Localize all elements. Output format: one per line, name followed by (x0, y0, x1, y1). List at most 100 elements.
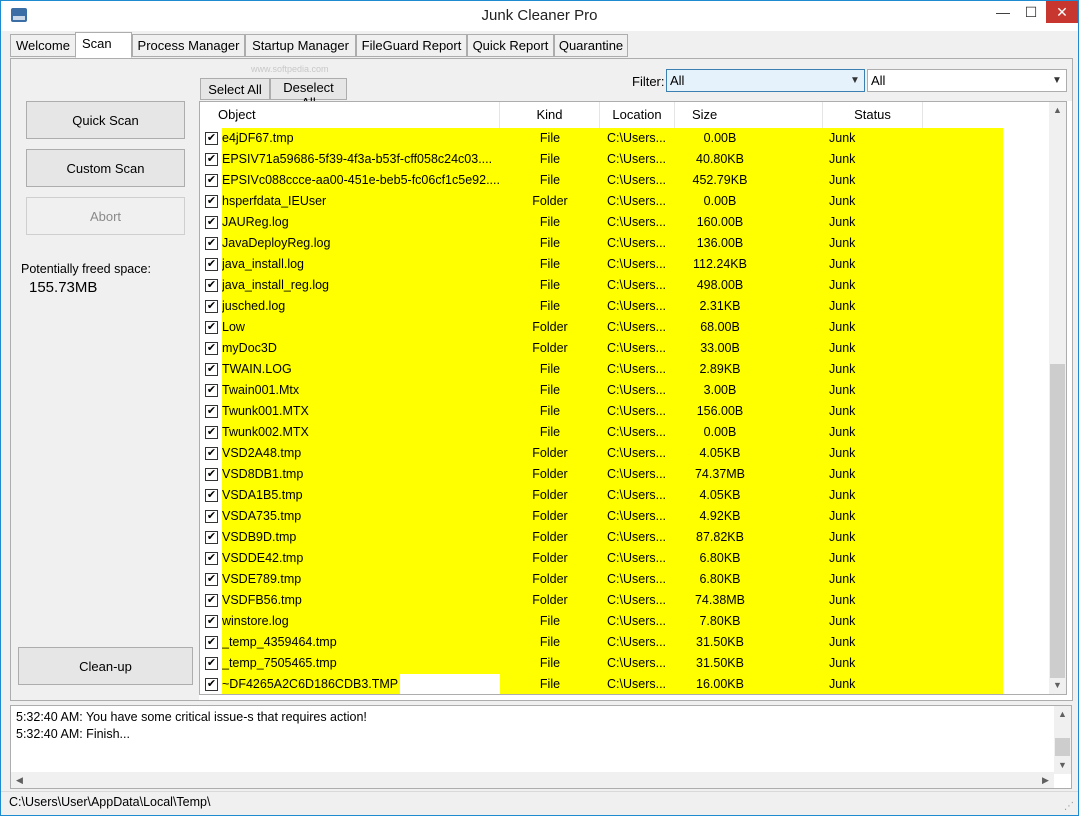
row-checkbox[interactable]: ✔ (205, 657, 218, 670)
scroll-up-icon[interactable]: ▲ (1054, 706, 1071, 723)
row-checkbox[interactable]: ✔ (205, 405, 218, 418)
row-checkbox[interactable]: ✔ (205, 174, 218, 187)
row-checkbox[interactable]: ✔ (205, 552, 218, 565)
row-checkbox[interactable]: ✔ (205, 258, 218, 271)
cell-kind: File (539, 383, 561, 397)
table-row[interactable]: ✔ Twunk001.MTX File C:\Users... 156.00B Junk (200, 401, 1050, 422)
row-checkbox[interactable]: ✔ (205, 237, 218, 250)
column-header-location[interactable]: Location (600, 102, 675, 128)
chevron-down-icon[interactable]: ▼ (846, 70, 864, 91)
row-checkbox[interactable]: ✔ (205, 216, 218, 229)
filter-select-secondary[interactable]: All ▼ (867, 69, 1067, 92)
column-header-kind[interactable]: Kind (500, 102, 600, 128)
abort-button[interactable]: Abort (26, 197, 185, 235)
tab-welcome[interactable]: Welcome (10, 34, 76, 57)
table-row[interactable]: ✔ JavaDeployReg.log File C:\Users... 136.00B… (200, 233, 1050, 254)
minimize-button[interactable]: — (988, 1, 1018, 23)
table-row[interactable]: ✔ VSDDE42.tmp Folder C:\Users... 6.80KB Junk (200, 548, 1050, 569)
table-row[interactable]: ✔ java_install.log File C:\Users... 112.24KB… (200, 254, 1050, 275)
filter-select-primary[interactable]: All ▼ (666, 69, 865, 92)
maximize-button[interactable]: ☐ (1016, 1, 1046, 23)
scrollbar-thumb[interactable] (1050, 364, 1065, 678)
table-row[interactable]: ✔ Twunk002.MTX File C:\Users... 0.00B Junk (200, 422, 1050, 443)
row-checkbox[interactable]: ✔ (205, 573, 218, 586)
scroll-up-icon[interactable]: ▲ (1049, 102, 1066, 119)
log-horizontal-scrollbar[interactable]: ◀ ▶ (11, 772, 1054, 788)
cell-object: VSD2A48.tmp (222, 446, 302, 460)
deselect-all-button[interactable]: Deselect All (270, 78, 347, 110)
table-row[interactable]: ✔ VSD8DB1.tmp Folder C:\Users... 74.37MB Junk (200, 464, 1050, 485)
table-row[interactable]: ✔ JAUReg.log File C:\Users... 160.00B Junk (200, 212, 1050, 233)
table-row[interactable]: ✔ VSDB9D.tmp Folder C:\Users... 87.82KB Junk (200, 527, 1050, 548)
table-row[interactable]: ✔ EPSIV71a59686-5f39-4f3a-b53f-cff058c24c… (200, 149, 1050, 170)
row-checkbox[interactable]: ✔ (205, 531, 218, 544)
row-checkbox[interactable]: ✔ (205, 279, 218, 292)
table-row[interactable]: ✔ myDoc3D Folder C:\Users... 33.00B Junk (200, 338, 1050, 359)
row-checkbox[interactable]: ✔ (205, 342, 218, 355)
scrollbar-thumb[interactable] (1055, 738, 1070, 756)
resize-grip-icon[interactable]: ⋰ (1064, 801, 1076, 813)
cell-status: Junk (829, 551, 856, 565)
row-checkbox[interactable]: ✔ (205, 510, 218, 523)
table-row[interactable]: ✔ _temp_4359464.tmp File C:\Users... 31.50KB… (200, 632, 1050, 653)
row-checkbox[interactable]: ✔ (205, 678, 218, 691)
table-row[interactable]: ✔ hsperfdata_IEUser Folder C:\Users... 0.00B… (200, 191, 1050, 212)
table-row[interactable]: ✔ ~DF4265A2C6D186CDB3.TMP File C:\Users... 1… (200, 674, 1050, 694)
table-row[interactable]: ✔ VSDFB56.tmp Folder C:\Users... 74.38MB Junk (200, 590, 1050, 611)
table-row[interactable]: ✔ VSDE789.tmp Folder C:\Users... 6.80KB Junk (200, 569, 1050, 590)
title-bar[interactable]: Junk Cleaner Pro — ☐ ✕ (1, 1, 1078, 31)
row-checkbox[interactable]: ✔ (205, 132, 218, 145)
scroll-down-icon[interactable]: ▼ (1049, 677, 1066, 694)
table-row[interactable]: ✔ VSDA1B5.tmp Folder C:\Users... 4.05KB Junk (200, 485, 1050, 506)
row-checkbox[interactable]: ✔ (205, 489, 218, 502)
junk-list-view[interactable]: Object Kind Location Size Status ✔ e4jDF6… (199, 101, 1067, 695)
tab-quarantine[interactable]: Quarantine (554, 34, 628, 57)
table-row[interactable]: ✔ TWAIN.LOG File C:\Users... 2.89KB Junk (200, 359, 1050, 380)
cell-kind: File (539, 635, 561, 649)
table-row[interactable]: ✔ _temp_7505465.tmp File C:\Users... 31.50KB… (200, 653, 1050, 674)
log-vertical-scrollbar[interactable]: ▲ ▼ (1054, 706, 1071, 774)
cleanup-button[interactable]: Clean-up (18, 647, 193, 685)
table-row[interactable]: ✔ VSD2A48.tmp Folder C:\Users... 4.05KB Junk (200, 443, 1050, 464)
row-checkbox[interactable]: ✔ (205, 321, 218, 334)
cell-object: java_install_reg.log (222, 278, 330, 292)
chevron-down-icon[interactable]: ▼ (1048, 70, 1066, 91)
tab-scan[interactable]: Scan (75, 32, 132, 58)
tab-process-manager[interactable]: Process Manager (132, 34, 245, 57)
column-header-size[interactable]: Size (675, 102, 823, 128)
column-header-status[interactable]: Status (823, 102, 923, 128)
list-vertical-scrollbar[interactable]: ▲ ▼ (1049, 102, 1066, 694)
scroll-right-icon[interactable]: ▶ (1037, 772, 1054, 788)
row-checkbox[interactable]: ✔ (205, 300, 218, 313)
table-row[interactable]: ✔ jusched.log File C:\Users... 2.31KB Junk (200, 296, 1050, 317)
row-checkbox[interactable]: ✔ (205, 615, 218, 628)
tab-fileguard-report[interactable]: FileGuard Report (356, 34, 467, 57)
close-button[interactable]: ✕ (1046, 1, 1078, 23)
row-checkbox[interactable]: ✔ (205, 594, 218, 607)
table-row[interactable]: ✔ Twain001.Mtx File C:\Users... 3.00B Junk (200, 380, 1050, 401)
custom-scan-button[interactable]: Custom Scan (26, 149, 185, 187)
scroll-left-icon[interactable]: ◀ (11, 772, 28, 788)
scroll-down-icon[interactable]: ▼ (1054, 757, 1071, 774)
row-checkbox[interactable]: ✔ (205, 447, 218, 460)
row-checkbox[interactable]: ✔ (205, 195, 218, 208)
table-row[interactable]: ✔ VSDA735.tmp Folder C:\Users... 4.92KB Junk (200, 506, 1050, 527)
table-row[interactable]: ✔ winstore.log File C:\Users... 7.80KB Junk (200, 611, 1050, 632)
row-checkbox[interactable]: ✔ (205, 426, 218, 439)
table-row[interactable]: ✔ EPSIVc088ccce-aa00-451e-beb5-fc06cf1c5e… (200, 170, 1050, 191)
column-header-object[interactable]: Object (200, 102, 500, 128)
row-checkbox[interactable]: ✔ (205, 363, 218, 376)
row-checkbox[interactable]: ✔ (205, 384, 218, 397)
tab-quick-report[interactable]: Quick Report (467, 34, 554, 57)
table-row[interactable]: ✔ java_install_reg.log File C:\Users... 498.… (200, 275, 1050, 296)
log-output[interactable]: 5:32:40 AM: You have some critical issue… (10, 705, 1072, 789)
row-checkbox[interactable]: ✔ (205, 468, 218, 481)
table-row[interactable]: ✔ e4jDF67.tmp File C:\Users... 0.00B Junk (200, 128, 1050, 149)
quick-scan-button[interactable]: Quick Scan (26, 101, 185, 139)
table-row[interactable]: ✔ Low Folder C:\Users... 68.00B Junk (200, 317, 1050, 338)
row-checkbox[interactable]: ✔ (205, 153, 218, 166)
row-checkbox[interactable]: ✔ (205, 636, 218, 649)
select-all-button[interactable]: Select All (200, 78, 270, 100)
cell-location: C:\Users... (607, 173, 667, 187)
tab-startup-manager[interactable]: Startup Manager (245, 34, 356, 57)
